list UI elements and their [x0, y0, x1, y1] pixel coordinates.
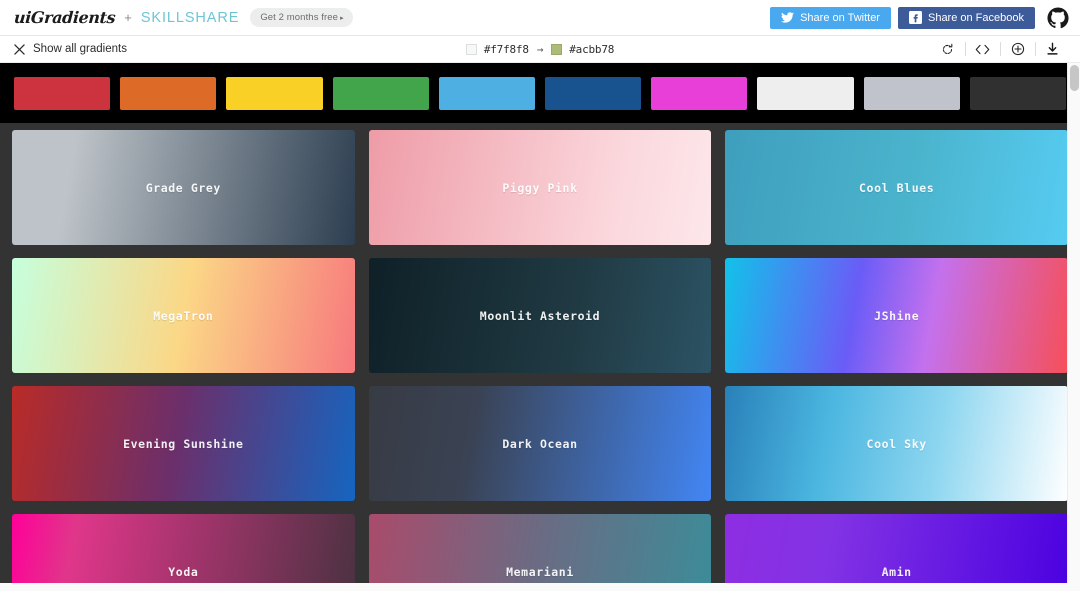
arrow-icon: → — [536, 42, 544, 56]
swatch-yellow[interactable] — [226, 76, 323, 110]
twitter-icon — [781, 12, 795, 23]
gradient-card-title: JShine — [874, 308, 920, 323]
gradient-card[interactable]: Memariani — [368, 514, 712, 591]
gradient-card[interactable]: Evening Sunshine — [12, 386, 355, 501]
uigradients-app: uiGradients + SKILLSHARE Get 2 months fr… — [0, 0, 1080, 591]
gradient-card-title: Evening Sunshine — [123, 436, 244, 451]
partner-link-skillshare[interactable]: SKILLSHARE — [141, 10, 239, 26]
swatch-magenta[interactable] — [651, 76, 748, 110]
get-code-button[interactable] — [965, 36, 1000, 63]
swatch-charcoal[interactable] — [969, 76, 1067, 110]
code-icon — [975, 44, 990, 54]
gradient-card-title: Grade Grey — [145, 180, 221, 195]
swatch-orange[interactable] — [120, 76, 217, 110]
swatch-silver[interactable] — [863, 76, 960, 110]
plus-separator: + — [124, 10, 132, 25]
swatch-dark-blue[interactable] — [545, 76, 642, 110]
gradient-card[interactable]: Moonlit Asteroid — [368, 258, 712, 373]
gradient-card-title: Cool Blues — [859, 180, 935, 195]
promo-caret-icon: ▸ — [340, 15, 344, 22]
share-on-twitter-button[interactable]: Share on Twitter — [770, 6, 891, 29]
promo-badge[interactable]: Get 2 months free ▸ — [250, 8, 353, 27]
gradient-card[interactable]: Piggy Pink — [368, 130, 712, 245]
gradient-card[interactable]: Cool Blues — [725, 130, 1068, 245]
facebook-button-label: Share on Facebook — [927, 11, 1024, 24]
header-actions: Share on Twitter Share on Facebook — [770, 6, 1072, 29]
start-color-hex[interactable]: #f7f8f8 — [484, 43, 529, 56]
swatch-light-blue[interactable] — [438, 76, 536, 110]
gradient-hex-display: #f7f8f8 → #acbb78 — [0, 43, 1080, 56]
toolbar-actions — [930, 36, 1070, 63]
gradient-card[interactable]: Grade Grey — [12, 130, 355, 245]
share-on-facebook-button[interactable]: Share on Facebook — [897, 6, 1035, 29]
end-color-chip[interactable] — [551, 43, 563, 55]
scrollbar-thumb[interactable] — [1070, 65, 1079, 91]
gradient-card[interactable]: Yoda — [12, 514, 355, 591]
brand-group: uiGradients + SKILLSHARE Get 2 months fr… — [13, 8, 353, 27]
gradient-card-title: Amin — [881, 564, 912, 579]
top-header-bar: uiGradients + SKILLSHARE Get 2 months fr… — [0, 0, 1080, 36]
gradient-card-title: MegaTron — [153, 308, 214, 323]
download-icon — [1047, 42, 1058, 55]
twitter-button-label: Share on Twitter — [800, 11, 880, 24]
sub-toolbar: Show all gradients #f7f8f8 → #acbb78 — [0, 36, 1080, 63]
window-bottom-strip — [0, 583, 1080, 591]
gradient-card-title: Memariani — [506, 564, 574, 579]
download-button[interactable] — [1035, 36, 1070, 63]
promo-label: Get 2 months free — [260, 12, 339, 23]
plus-circle-icon — [1011, 42, 1024, 56]
start-color-chip[interactable] — [465, 43, 477, 55]
gradient-card-title: Yoda — [168, 564, 199, 579]
gradient-card-title: Moonlit Asteroid — [479, 308, 601, 323]
gradient-card[interactable]: JShine — [725, 258, 1068, 373]
add-gradient-button[interactable] — [1000, 36, 1035, 63]
gradient-card[interactable]: Amin — [725, 514, 1068, 591]
swatch-white[interactable] — [757, 76, 854, 110]
gradient-card[interactable]: MegaTron — [12, 258, 355, 373]
gradient-card[interactable]: Dark Ocean — [368, 386, 712, 501]
facebook-icon — [908, 11, 922, 24]
gradient-card-title: Cool Sky — [866, 436, 927, 451]
gradient-card[interactable]: Cool Sky — [725, 386, 1068, 501]
refresh-button[interactable] — [930, 36, 965, 63]
refresh-icon — [942, 43, 953, 54]
vertical-scrollbar[interactable] — [1067, 63, 1080, 583]
color-palette-strip — [0, 63, 1080, 123]
swatch-green[interactable] — [332, 76, 429, 110]
end-color-hex[interactable]: #acbb78 — [569, 43, 614, 56]
gradient-card-title: Piggy Pink — [502, 180, 578, 195]
github-icon[interactable] — [1047, 6, 1069, 29]
gradient-grid: Grade Grey Piggy Pink Cool Blues MegaTron Mo… — [12, 130, 1068, 591]
gradient-card-title: Dark Ocean — [502, 436, 578, 451]
gradient-grid-area: Grade Grey Piggy Pink Cool Blues MegaTron Mo… — [0, 123, 1080, 591]
site-logo[interactable]: uiGradients — [13, 8, 116, 27]
swatch-red[interactable] — [14, 76, 111, 110]
